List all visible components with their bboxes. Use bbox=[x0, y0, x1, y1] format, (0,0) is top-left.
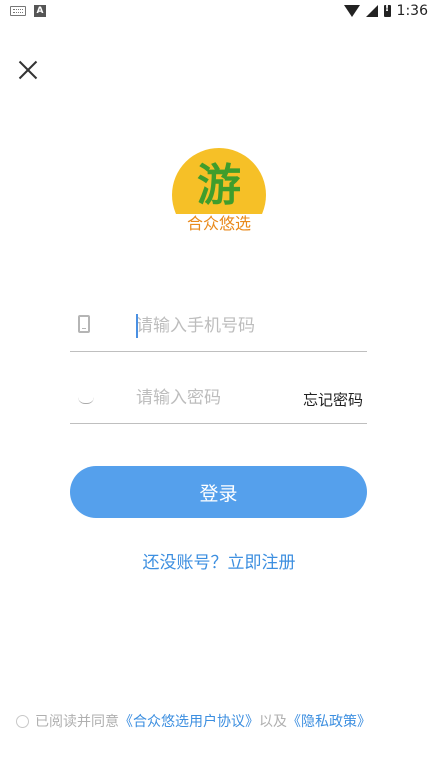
phone-field-row bbox=[70, 303, 367, 352]
phone-input[interactable] bbox=[136, 311, 306, 341]
battery-alert-icon bbox=[383, 3, 391, 17]
a-icon: A bbox=[34, 5, 46, 17]
logo-brand-name: 合众悠选 bbox=[187, 214, 251, 233]
app-logo: 游 合众悠选 bbox=[170, 148, 268, 240]
password-field-row: 忘记密码 bbox=[70, 375, 367, 424]
agreement-row: 已阅读并同意 《合众悠选用户协议》 以及 《隐私政策》 bbox=[16, 711, 371, 731]
password-input[interactable] bbox=[136, 383, 306, 413]
status-bar-right: 1:36 bbox=[343, 3, 428, 19]
login-button[interactable]: 登录 bbox=[70, 466, 367, 518]
agreement-prefix: 已阅读并同意 bbox=[35, 714, 119, 730]
user-agreement-link[interactable]: 《合众悠选用户协议》 bbox=[119, 711, 259, 731]
forgot-password-link[interactable]: 忘记密码 bbox=[303, 389, 363, 410]
text-caret bbox=[136, 314, 138, 338]
agreement-conjunction: 以及 bbox=[259, 714, 287, 730]
privacy-policy-link[interactable]: 《隐私政策》 bbox=[287, 711, 371, 731]
logo-graphic: 游 合众悠选 bbox=[172, 148, 266, 233]
agreement-radio[interactable] bbox=[16, 714, 29, 728]
wifi-icon bbox=[343, 5, 360, 17]
signal-icon bbox=[365, 5, 378, 17]
phone-icon bbox=[78, 315, 90, 333]
status-time: 1:36 bbox=[396, 3, 428, 19]
register-link[interactable]: 还没账号？立即注册 bbox=[0, 548, 438, 573]
status-bar-left: A bbox=[10, 5, 46, 17]
close-icon[interactable] bbox=[14, 56, 42, 84]
eye-closed-icon[interactable] bbox=[78, 397, 94, 404]
keyboard-icon bbox=[10, 6, 26, 16]
status-bar: A 1:36 bbox=[0, 0, 438, 24]
logo-glyph: 游 bbox=[197, 160, 241, 211]
